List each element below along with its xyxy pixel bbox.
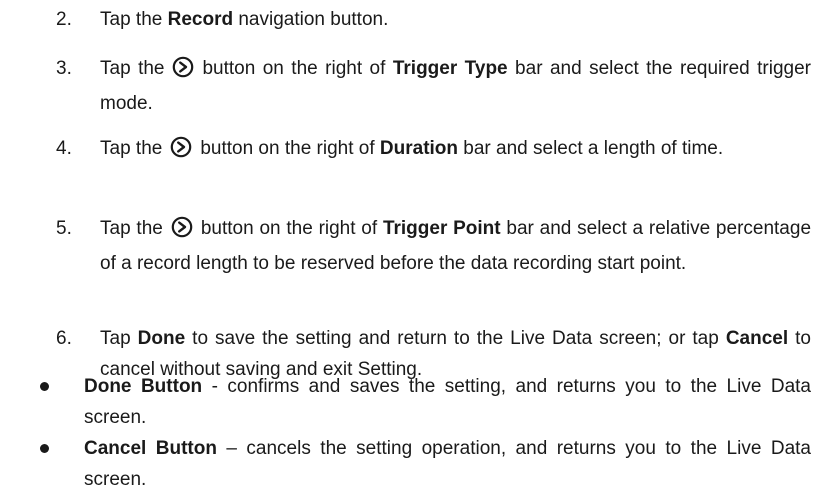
bullet-done-button: Done Button - confirms and saves the set… (40, 371, 811, 433)
step-4: 4. Tap the button on the right of Duratio… (56, 133, 811, 168)
circle-chevron-right-icon (172, 56, 194, 88)
manual-page: 2. Tap the Record navigation button. 3. … (0, 0, 819, 494)
step-text-part: button on the right of (202, 58, 393, 79)
step-text: Tap the button on the right of Duration b… (100, 133, 811, 168)
step-text-part: button on the right of (200, 218, 383, 239)
step-text-part: to save the setting and return to the Li… (185, 328, 726, 349)
step-text: Tap the button on the right of Trigger Po… (100, 213, 811, 279)
step-bold-term: Done (137, 328, 186, 349)
step-text: Tap the button on the right of Trigger Ty… (100, 53, 811, 119)
circle-chevron-right-icon (171, 216, 193, 248)
bullet-text: Cancel Button – cancels the setting oper… (84, 433, 811, 495)
step-bold-term: Trigger Point (382, 218, 501, 239)
bullet-bold-term: Cancel Button (84, 438, 217, 459)
step-text-part: bar and select a length of time. (458, 138, 724, 159)
circle-chevron-right-icon (170, 136, 192, 168)
step-text-part: Tap the (100, 58, 165, 79)
step-text-part: button on the right of (200, 138, 380, 159)
step-bold-term: Record (167, 9, 234, 30)
bullet-text: Done Button - confirms and saves the set… (84, 371, 811, 433)
step-number: 3. (56, 58, 72, 79)
step-5: 5. Tap the button on the right of Trigger… (56, 213, 811, 279)
step-number: 6. (56, 328, 72, 349)
bullet-dot-icon (40, 382, 49, 391)
step-text-part: Tap the (100, 138, 163, 159)
step-text: Tap the Record navigation button. (100, 4, 811, 35)
bullet-dot-icon (40, 444, 49, 453)
step-text-part: Tap (100, 328, 138, 349)
step-number: 2. (56, 9, 72, 30)
step-text-part: Tap the (100, 9, 168, 30)
step-number: 4. (56, 138, 72, 159)
step-text-part: navigation button. (233, 9, 389, 30)
step-3: 3. Tap the button on the right of Trigger… (56, 53, 811, 119)
step-2: 2. Tap the Record navigation button. (56, 4, 811, 35)
step-bold-term: Cancel (725, 328, 789, 349)
step-bold-term: Trigger Type (392, 58, 508, 79)
step-text-part: Tap the (100, 218, 163, 239)
bullet-cancel-button: Cancel Button – cancels the setting oper… (40, 433, 811, 495)
step-bold-term: Duration (379, 138, 459, 159)
step-number: 5. (56, 218, 72, 239)
bullet-bold-term: Done Button (84, 376, 203, 397)
